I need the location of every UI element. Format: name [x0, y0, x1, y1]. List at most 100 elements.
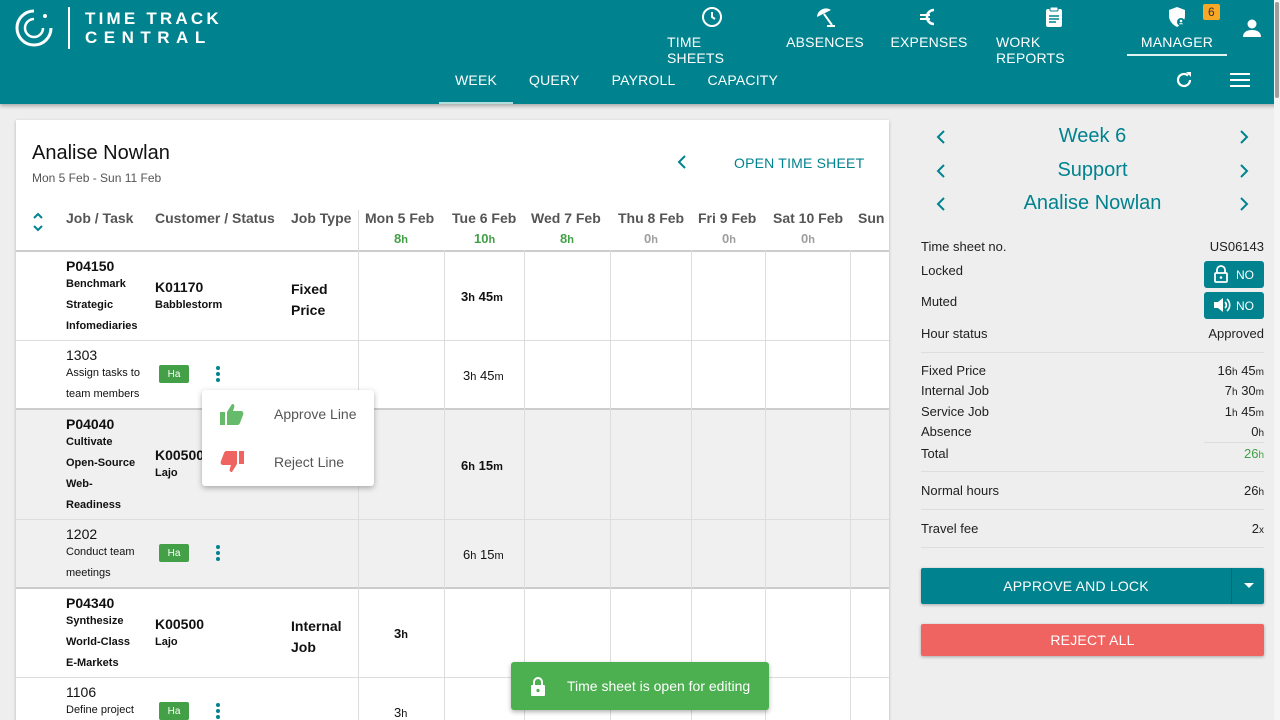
col-divider [850, 250, 851, 720]
sort-expand-icon[interactable] [32, 210, 44, 234]
task-name: Define project [66, 704, 134, 716]
muted-toggle[interactable]: NO [1204, 292, 1264, 319]
employee-title: Analise Nowlan [1023, 192, 1162, 214]
day-total: 10h [474, 231, 496, 246]
hamburger-menu-icon[interactable] [1230, 72, 1250, 88]
total-row: Total 26h [921, 446, 1264, 461]
task-hours-cell[interactable]: 3h [394, 705, 407, 720]
customer-code: K00500 [155, 447, 205, 463]
reject-all-button[interactable]: REJECT ALL [921, 624, 1264, 656]
chevron-right-icon[interactable] [1238, 129, 1250, 145]
approve-and-lock-button[interactable]: APPROVE AND LOCK [921, 568, 1264, 604]
line-context-menu: Approve Line Reject Line [202, 390, 374, 486]
split-divider [1231, 568, 1232, 604]
col-header-day[interactable]: Fri 9 Feb [698, 210, 756, 226]
hour-status-row: Hour status Approved [921, 326, 1264, 341]
task-hours-cell[interactable]: 6h 15m [463, 547, 504, 562]
sheet-number-row: Time sheet no. US06143 [921, 239, 1264, 254]
more-vert-icon[interactable] [216, 366, 220, 384]
col-divider [765, 250, 766, 720]
job-row[interactable]: P04040 Cultivate Open-Source Web- Readiness [66, 416, 135, 516]
col-header-day[interactable]: Thu 8 Feb [618, 210, 684, 226]
total-divider [1204, 442, 1264, 443]
col-header-day[interactable]: Sun [858, 210, 884, 226]
panel-divider [921, 352, 1264, 353]
approve-line-item[interactable]: Approve Line [202, 390, 374, 438]
normal-hours-row: Normal hours 26h [921, 483, 1264, 498]
chevron-left-icon[interactable] [676, 154, 688, 170]
job-name: Cultivate Open-Source Web- Readiness [66, 436, 136, 511]
page-scrollbar[interactable] [1274, 0, 1280, 720]
group-title: Support [1057, 159, 1128, 181]
task-row[interactable]: 1303 Assign tasks to team members [66, 347, 140, 405]
job-name: Synthesize World-Class E-Markets [66, 615, 130, 669]
col-header-day[interactable]: Wed 7 Feb [531, 210, 601, 226]
job-divider [16, 587, 889, 589]
logo-divider [68, 7, 70, 49]
sub-navigation: WEEK QUERY PAYROLL CAPACITY [439, 62, 794, 104]
task-row[interactable]: 1106 Define project [66, 684, 134, 720]
time-sheet-card: Analise Nowlan Mon 5 Feb - Sun 11 Feb OP… [16, 120, 889, 720]
header-divider [16, 250, 889, 252]
nav-work-reports[interactable]: WORK REPORTS [996, 0, 1111, 66]
app-logo[interactable]: TIME TRACK CENTRAL [14, 6, 222, 50]
job-row[interactable]: P04150 Benchmark Strategic Infomediaries [66, 258, 138, 337]
job-hours-cell[interactable]: 3h 45m [461, 289, 503, 304]
more-vert-icon[interactable] [216, 545, 220, 563]
task-hours-cell[interactable]: 3h 45m [463, 368, 504, 383]
week-title: Week 6 [1058, 125, 1127, 147]
reject-line-item[interactable]: Reject Line [202, 438, 374, 486]
day-total: 8h [560, 231, 574, 246]
account-icon[interactable] [1242, 18, 1262, 38]
panel-divider [921, 471, 1264, 472]
job-row[interactable]: P04340 Synthesize World-Class E-Markets [66, 595, 130, 674]
chevron-right-icon[interactable] [1238, 196, 1250, 212]
task-code: 1106 [66, 684, 97, 700]
col-header-customer[interactable]: Customer / Status [155, 210, 275, 226]
col-header-day[interactable]: Mon 5 Feb [365, 210, 434, 226]
clock-icon [702, 7, 722, 27]
job-hours-cell[interactable]: 6h 15m [461, 458, 503, 473]
customer-name: Lajo [155, 636, 178, 648]
employee-name: Analise Nowlan [32, 142, 170, 164]
scrollbar-thumb[interactable] [1275, 2, 1279, 98]
dropdown-arrow-icon[interactable] [1244, 583, 1254, 588]
customer-name: Lajo [155, 467, 178, 479]
status-badge: Ha [159, 702, 189, 720]
euro-icon [920, 8, 935, 26]
internal-job-row: Internal Job 7h 30m [921, 383, 1264, 398]
refresh-icon[interactable] [1174, 70, 1194, 90]
day-total: 0h [722, 231, 736, 246]
tab-capacity[interactable]: CAPACITY [692, 62, 795, 104]
col-header-day[interactable]: Tue 6 Feb [452, 210, 516, 226]
task-code: 1202 [66, 526, 98, 542]
approve-label: APPROVE AND LOCK [1003, 578, 1149, 594]
customer-code: K01170 [155, 279, 204, 295]
task-name: Assign tasks to team members [66, 367, 140, 400]
week-selector: Week 6 [921, 122, 1264, 152]
col-divider [444, 250, 445, 720]
col-header-job[interactable]: Job / Task [66, 210, 133, 226]
tab-query[interactable]: QUERY [513, 62, 596, 104]
tab-week[interactable]: WEEK [439, 62, 514, 104]
employee-selector: Analise Nowlan [921, 189, 1264, 219]
more-vert-icon[interactable] [216, 703, 220, 720]
chevron-right-icon[interactable] [1238, 163, 1250, 179]
nav-time-sheets[interactable]: TIME SHEETS [667, 0, 757, 66]
open-time-sheet-button[interactable]: OPEN TIME SHEET [734, 155, 864, 171]
lock-icon [531, 677, 545, 696]
col-header-type[interactable]: Job Type [291, 210, 351, 226]
col-divider [610, 250, 611, 720]
customer-code: K00500 [155, 616, 205, 632]
locked-toggle[interactable]: NO [1204, 261, 1264, 288]
job-hours-cell[interactable]: 3h [394, 626, 408, 641]
clipboard-icon [1045, 6, 1062, 27]
col-header-day[interactable]: Sat 10 Feb [773, 210, 843, 226]
tab-payroll[interactable]: PAYROLL [596, 62, 692, 104]
nav-expenses[interactable]: EXPENSES [890, 0, 967, 50]
panel-divider [921, 509, 1264, 510]
nav-absences[interactable]: ABSENCES [786, 0, 864, 50]
task-row[interactable]: 1202 Conduct team meetings [66, 526, 134, 584]
snackbar-text: Time sheet is open for editing [567, 678, 751, 694]
nav-manager[interactable]: MANAGER 6 [1127, 0, 1227, 56]
